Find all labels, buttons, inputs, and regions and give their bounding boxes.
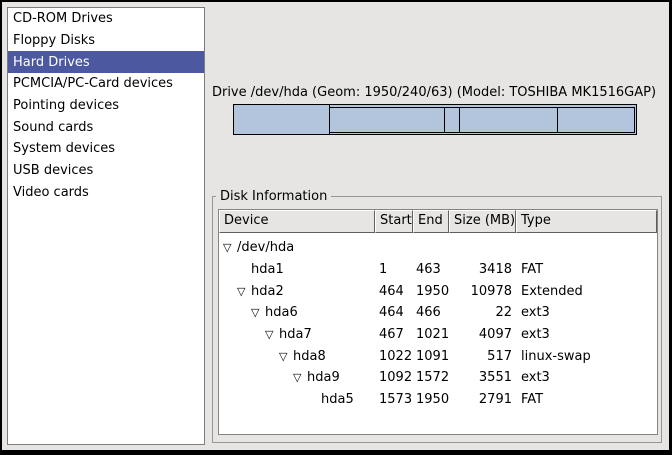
tree-indent bbox=[223, 334, 265, 335]
end-cell: 463 bbox=[413, 262, 449, 277]
sidebar-item-usb-devices[interactable]: USB devices bbox=[8, 160, 204, 182]
start-cell: 1022 bbox=[375, 349, 413, 364]
device-name: hda6 bbox=[265, 305, 298, 320]
device-name: hda2 bbox=[251, 284, 284, 299]
device-name: hda5 bbox=[321, 392, 354, 407]
expander-icon[interactable]: ▽ bbox=[279, 351, 293, 362]
device-cell: ▽/dev/hda bbox=[219, 240, 375, 255]
disk-information-table: DeviceStartEndSize (MB)Type ▽/dev/hdahda… bbox=[218, 209, 658, 435]
table-row-hda6[interactable]: ▽hda646446622ext3 bbox=[219, 302, 657, 324]
end-cell: 1021 bbox=[413, 327, 449, 342]
tree-indent bbox=[223, 377, 293, 378]
column-header-device[interactable]: Device bbox=[219, 210, 375, 233]
primary-partition-segment bbox=[234, 105, 330, 134]
table-row-hda1[interactable]: hda1 14633418FAT bbox=[219, 259, 657, 281]
end-cell: 466 bbox=[413, 305, 449, 320]
partition-divider bbox=[557, 108, 558, 132]
device-cell: ▽hda6 bbox=[219, 305, 375, 320]
disk-table-header: DeviceStartEndSize (MB)Type bbox=[219, 210, 657, 233]
device-cell: hda1 bbox=[219, 262, 375, 277]
disk-information-label: Disk Information bbox=[216, 189, 331, 204]
tree-indent bbox=[223, 291, 237, 292]
column-header-end[interactable]: End bbox=[413, 210, 449, 233]
table-row-hda9[interactable]: ▽hda9109215723551ext3 bbox=[219, 367, 657, 389]
expander-icon[interactable]: ▽ bbox=[237, 286, 251, 297]
device-cell: ▽hda9 bbox=[219, 370, 375, 385]
device-name: /dev/hda bbox=[237, 240, 294, 255]
device-cell: hda5 bbox=[219, 392, 375, 407]
hardware-browser-window: CD-ROM DrivesFloppy DisksHard DrivesPCMC… bbox=[2, 2, 669, 450]
type-cell: ext3 bbox=[516, 327, 657, 342]
partition-divider bbox=[444, 108, 445, 132]
start-cell: 467 bbox=[375, 327, 413, 342]
tree-indent bbox=[223, 399, 307, 400]
size-cell: 4097 bbox=[449, 327, 516, 342]
type-cell: linux-swap bbox=[516, 349, 657, 364]
table-row-hda8[interactable]: ▽hda810221091517linux-swap bbox=[219, 345, 657, 367]
table-row-hda2[interactable]: ▽hda2464195010978Extended bbox=[219, 280, 657, 302]
sidebar-item-floppy-disks[interactable]: Floppy Disks bbox=[8, 30, 204, 52]
start-cell: 1092 bbox=[375, 370, 413, 385]
tree-indent bbox=[223, 312, 251, 313]
device-name: hda8 bbox=[293, 349, 326, 364]
sidebar-item-hard-drives[interactable]: Hard Drives bbox=[8, 51, 204, 73]
end-cell: 1950 bbox=[413, 284, 449, 299]
disk-information-groupbox: Disk Information DeviceStartEndSize (MB)… bbox=[212, 196, 662, 443]
start-cell: 1573 bbox=[375, 392, 413, 407]
sidebar-item-pointing-devices[interactable]: Pointing devices bbox=[8, 95, 204, 117]
type-cell: ext3 bbox=[516, 305, 657, 320]
expander-icon[interactable]: ▽ bbox=[293, 372, 307, 383]
size-cell: 10978 bbox=[449, 284, 516, 299]
drive-title: Drive /dev/hda (Geom: 1950/240/63) (Mode… bbox=[202, 85, 666, 100]
sidebar-item-cd-rom-drives[interactable]: CD-ROM Drives bbox=[8, 8, 204, 30]
sidebar-item-system-devices[interactable]: System devices bbox=[8, 138, 204, 160]
end-cell: 1091 bbox=[413, 349, 449, 364]
expander-icon[interactable]: ▽ bbox=[251, 307, 265, 318]
column-header-start[interactable]: Start bbox=[375, 210, 413, 233]
sidebar-item-video-cards[interactable]: Video cards bbox=[8, 182, 204, 204]
start-cell: 464 bbox=[375, 284, 413, 299]
end-cell: 1572 bbox=[413, 370, 449, 385]
column-header-type[interactable]: Type bbox=[516, 210, 657, 233]
disk-table-body: ▽/dev/hdahda114633418FAT▽hda246419501097… bbox=[219, 233, 657, 411]
type-cell: FAT bbox=[516, 392, 657, 407]
partition-divider bbox=[459, 108, 460, 132]
type-cell: ext3 bbox=[516, 370, 657, 385]
extended-partition-box bbox=[329, 107, 635, 133]
column-header-size-mb[interactable]: Size (MB) bbox=[449, 210, 516, 233]
device-name: hda1 bbox=[251, 262, 284, 277]
table-row-hda7[interactable]: ▽hda746710214097ext3 bbox=[219, 324, 657, 346]
sidebar-item-pcmcia-pc-card-devices[interactable]: PCMCIA/PC-Card devices bbox=[8, 73, 204, 95]
device-name: hda7 bbox=[279, 327, 312, 342]
size-cell: 2791 bbox=[449, 392, 516, 407]
partition-bar bbox=[233, 104, 637, 135]
tree-indent bbox=[223, 356, 279, 357]
size-cell: 22 bbox=[449, 305, 516, 320]
device-cell: ▽hda2 bbox=[219, 284, 375, 299]
sidebar-item-sound-cards[interactable]: Sound cards bbox=[8, 116, 204, 138]
type-cell: FAT bbox=[516, 262, 657, 277]
device-category-list: CD-ROM DrivesFloppy DisksHard DrivesPCMC… bbox=[7, 7, 205, 445]
end-cell: 1950 bbox=[413, 392, 449, 407]
device-name: hda9 bbox=[307, 370, 340, 385]
size-cell: 3551 bbox=[449, 370, 516, 385]
start-cell: 1 bbox=[375, 262, 413, 277]
device-cell: ▽hda8 bbox=[219, 349, 375, 364]
size-cell: 517 bbox=[449, 349, 516, 364]
start-cell: 464 bbox=[375, 305, 413, 320]
size-cell: 3418 bbox=[449, 262, 516, 277]
table-row-dev-hda[interactable]: ▽/dev/hda bbox=[219, 237, 657, 259]
table-row-hda5[interactable]: hda5 157319502791FAT bbox=[219, 389, 657, 411]
expander-icon[interactable]: ▽ bbox=[265, 329, 279, 340]
expander-icon[interactable]: ▽ bbox=[223, 242, 237, 253]
type-cell: Extended bbox=[516, 284, 657, 299]
device-cell: ▽hda7 bbox=[219, 327, 375, 342]
tree-indent bbox=[223, 269, 237, 270]
